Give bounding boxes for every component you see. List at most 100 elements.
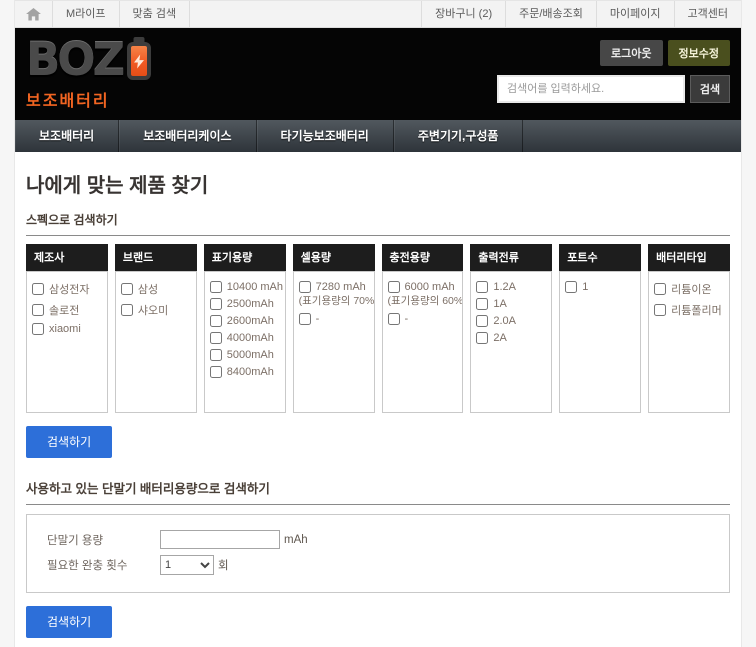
checkbox[interactable] bbox=[121, 283, 133, 295]
edit-info-button[interactable]: 정보수정 bbox=[668, 40, 730, 66]
checkbox[interactable] bbox=[210, 298, 222, 310]
nav-item[interactable]: 주변기기,구성품 bbox=[394, 120, 524, 152]
filter-option[interactable]: 1 bbox=[565, 279, 635, 296]
filter-option-label: 삼성 bbox=[138, 281, 158, 297]
topbar-right-links: 장바구니 (2)주문/배송조회마이페이지고객센터 bbox=[421, 1, 741, 27]
checkbox[interactable] bbox=[388, 281, 400, 293]
logo-row: BOZ bbox=[26, 38, 151, 82]
topbar-link[interactable]: 마이페이지 bbox=[596, 1, 674, 27]
checkbox[interactable] bbox=[210, 349, 222, 361]
checkbox[interactable] bbox=[299, 281, 311, 293]
filter-header: 표기용량 bbox=[204, 244, 286, 271]
device-search-form: 단말기 용량 mAh 필요한 완충 횟수 1 회 bbox=[26, 514, 730, 593]
checkbox[interactable] bbox=[210, 366, 222, 378]
filter-column: 셀용량7280 mAh(표기용량의 70%)- bbox=[293, 244, 375, 413]
filter-options: 1 bbox=[559, 271, 641, 413]
topbar: M라이프맞춤 검색 장바구니 (2)주문/배송조회마이페이지고객센터 bbox=[15, 0, 741, 28]
filter-option[interactable]: 솔로전 bbox=[32, 300, 102, 321]
checkbox[interactable] bbox=[654, 304, 666, 316]
filter-option[interactable]: 2.0A bbox=[476, 313, 546, 330]
filter-option[interactable]: 리튬이온 bbox=[654, 279, 724, 300]
filter-header: 포트수 bbox=[559, 244, 641, 271]
checkbox[interactable] bbox=[476, 281, 488, 293]
filter-option[interactable]: - bbox=[388, 311, 458, 328]
filter-option[interactable]: 리튬폴리머 bbox=[654, 300, 724, 321]
topbar-link[interactable]: 장바구니 (2) bbox=[421, 1, 505, 27]
checkbox[interactable] bbox=[210, 332, 222, 344]
filter-option[interactable]: 5000mAh bbox=[210, 347, 280, 364]
filter-option[interactable]: 4000mAh bbox=[210, 330, 280, 347]
checkbox[interactable] bbox=[299, 313, 311, 325]
filter-options: 6000 mAh(표기용량의 60%)- bbox=[382, 271, 464, 413]
filter-option-note: (표기용량의 60%) bbox=[388, 293, 458, 308]
filter-option[interactable]: 2A bbox=[476, 330, 546, 347]
nav-item[interactable]: 보조배터리케이스 bbox=[119, 120, 256, 152]
main-content: 나에게 맞는 제품 찾기 스펙으로 검색하기 제조사삼성전자솔로전xiaomi브… bbox=[15, 169, 741, 647]
checkbox[interactable] bbox=[32, 283, 44, 295]
topbar-link[interactable]: 맞춤 검색 bbox=[120, 1, 191, 27]
topbar-left-links: M라이프맞춤 검색 bbox=[53, 1, 190, 27]
checkbox[interactable] bbox=[654, 283, 666, 295]
filter-option[interactable]: 8400mAh bbox=[210, 364, 280, 381]
checkbox[interactable] bbox=[32, 304, 44, 316]
search-button[interactable]: 검색 bbox=[690, 75, 730, 103]
filter-header: 출력전류 bbox=[470, 244, 552, 271]
filter-column: 포트수 1 bbox=[559, 244, 641, 413]
filter-option-label: 리튬이온 bbox=[671, 281, 711, 297]
filter-option-label: 10400 mAh bbox=[227, 281, 283, 293]
filter-option[interactable]: - bbox=[299, 311, 369, 328]
checkbox[interactable] bbox=[210, 315, 222, 327]
home-icon[interactable] bbox=[15, 1, 53, 27]
filter-option[interactable]: 1.2A bbox=[476, 279, 546, 296]
filter-options: 삼성전자솔로전 xiaomi bbox=[26, 271, 108, 413]
filter-option-label: 샤오미 bbox=[138, 302, 168, 318]
filter-option-label: 솔로전 bbox=[49, 302, 79, 318]
filter-option[interactable]: 2500mAh bbox=[210, 296, 280, 313]
filter-option-note: (표기용량의 70%) bbox=[299, 293, 369, 308]
main-nav: 보조배터리보조배터리케이스타기능보조배터리주변기기,구성품 bbox=[15, 120, 741, 152]
filter-option-label: 7280 mAh bbox=[316, 281, 366, 293]
filter-header: 배터리타입 bbox=[648, 244, 730, 271]
checkbox[interactable] bbox=[388, 313, 400, 325]
checkbox[interactable] bbox=[32, 323, 44, 335]
search-input[interactable] bbox=[497, 75, 685, 103]
battery-lightning-icon bbox=[127, 42, 151, 80]
checkbox[interactable] bbox=[121, 304, 133, 316]
spec-search-button[interactable]: 검색하기 bbox=[26, 426, 112, 458]
checkbox[interactable] bbox=[476, 298, 488, 310]
checkbox[interactable] bbox=[476, 315, 488, 327]
filter-options: 1.2A1A2.0A2A bbox=[470, 271, 552, 413]
filter-column: 제조사삼성전자솔로전xiaomi bbox=[26, 244, 108, 413]
device-capacity-row: 단말기 용량 mAh bbox=[47, 530, 709, 549]
filter-column: 출력전류1.2A1A2.0A2A bbox=[470, 244, 552, 413]
filter-option[interactable]: xiaomi bbox=[32, 321, 102, 338]
site-logo[interactable]: BOZ 보조배터리 bbox=[26, 38, 151, 108]
device-search-button[interactable]: 검색하기 bbox=[26, 606, 112, 638]
battery-cap bbox=[134, 37, 145, 42]
charge-count-row: 필요한 완충 횟수 1 회 bbox=[47, 555, 709, 575]
topbar-link[interactable]: 주문/배송조회 bbox=[505, 1, 596, 27]
filter-option-label: 1 bbox=[582, 281, 588, 293]
topbar-link[interactable]: M라이프 bbox=[53, 1, 120, 27]
filter-option-label: 2500mAh bbox=[227, 298, 274, 310]
checkbox[interactable] bbox=[210, 281, 222, 293]
filter-option[interactable]: 샤오미 bbox=[121, 300, 191, 321]
nav-item[interactable]: 타기능보조배터리 bbox=[257, 120, 394, 152]
device-capacity-input[interactable] bbox=[160, 530, 280, 549]
filter-option-label: - bbox=[405, 313, 409, 325]
checkbox[interactable] bbox=[476, 332, 488, 344]
filter-option[interactable]: 2600mAh bbox=[210, 313, 280, 330]
nav-item[interactable]: 보조배터리 bbox=[15, 120, 119, 152]
filter-option[interactable]: 삼성 bbox=[121, 279, 191, 300]
filter-column: 충전용량6000 mAh(표기용량의 60%)- bbox=[382, 244, 464, 413]
topbar-link[interactable]: 고객센터 bbox=[674, 1, 741, 27]
logout-button[interactable]: 로그아웃 bbox=[600, 40, 662, 66]
filter-option[interactable]: 10400 mAh bbox=[210, 279, 280, 296]
checkbox[interactable] bbox=[565, 281, 577, 293]
filter-option[interactable]: 1A bbox=[476, 296, 546, 313]
filter-option[interactable]: 삼성전자 bbox=[32, 279, 102, 300]
filter-option-label: 2600mAh bbox=[227, 315, 274, 327]
charge-count-select[interactable]: 1 bbox=[160, 555, 214, 575]
filter-header: 브랜드 bbox=[115, 244, 197, 271]
filter-header: 충전용량 bbox=[382, 244, 464, 271]
